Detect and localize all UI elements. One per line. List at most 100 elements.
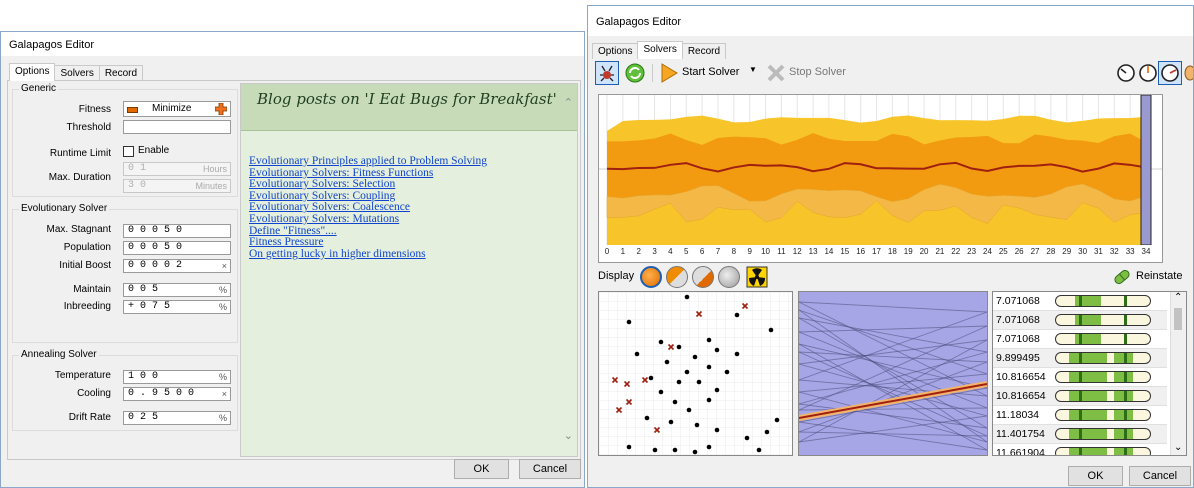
- genome-dot: [626, 444, 632, 450]
- generation-tick: 16: [856, 247, 866, 256]
- minus-icon[interactable]: [127, 107, 138, 113]
- annealing-solver-group: Annealing Solver Temperature 1 0 0 % Coo…: [12, 349, 238, 431]
- chevron-down-icon[interactable]: ▼: [749, 65, 757, 74]
- ok-button[interactable]: OK: [454, 459, 509, 479]
- max-stagnant-input[interactable]: 0 0 0 5 0: [123, 224, 231, 238]
- drift-rate-input[interactable]: 0 2 5 %: [123, 411, 231, 425]
- population-input[interactable]: 0 0 0 5 0: [123, 241, 231, 255]
- fitness-value: 7.071068: [996, 314, 1040, 326]
- initial-boost-input[interactable]: 0 0 0 0 2 ×: [123, 259, 231, 273]
- scroll-up-icon[interactable]: ⌃: [1174, 292, 1182, 303]
- genome-dot: [692, 354, 698, 360]
- max-stagnant-label: Max. Stagnant: [46, 224, 111, 235]
- generation-tick: 29: [1062, 247, 1072, 256]
- reset-button[interactable]: [624, 62, 646, 84]
- fitness-row[interactable]: 7.071068: [993, 330, 1167, 349]
- tab-options[interactable]: Options: [592, 43, 639, 59]
- genome-dot: [706, 397, 712, 403]
- radiation-button[interactable]: [746, 266, 768, 288]
- temperature-input[interactable]: 1 0 0 %: [123, 370, 231, 384]
- speed-slow-button[interactable]: [1116, 63, 1136, 83]
- speed-medium-button[interactable]: [1138, 63, 1158, 83]
- boost-unit: ×: [221, 261, 227, 271]
- genome-dot: [706, 444, 712, 450]
- stop-icon: [767, 64, 785, 82]
- minutes-input[interactable]: 3 0 Minutes: [123, 179, 231, 193]
- tab-solvers[interactable]: Solvers: [637, 41, 683, 59]
- tab-record[interactable]: Record: [98, 65, 144, 81]
- display-quarter-button[interactable]: [692, 266, 714, 288]
- fitness-row[interactable]: 11.18034: [993, 406, 1167, 425]
- reinstate-button[interactable]: Reinstate: [1112, 266, 1190, 288]
- enable-checkbox[interactable]: [123, 146, 134, 157]
- fitness-row[interactable]: 7.071068: [993, 311, 1167, 330]
- window-title: Galapagos Editor: [588, 6, 1193, 36]
- blog-link[interactable]: Fitness Pressure: [249, 237, 487, 249]
- genome-dot: [664, 359, 670, 365]
- genome-dot: [686, 407, 692, 413]
- scroll-down-icon[interactable]: ⌄: [564, 429, 573, 442]
- bug-select-button[interactable]: [595, 61, 619, 85]
- scroll-thumb[interactable]: [1174, 308, 1182, 330]
- fitness-graph[interactable]: 0 1 2 3 4 5 6 7 8 9 10 11 12 13 14 15 16 17 18 19 20 21 22 23 24…: [598, 94, 1163, 263]
- blog-panel: Blog posts on 'I Eat Bugs for Breakfast'…: [240, 83, 578, 457]
- generation-tick: 19: [903, 247, 913, 256]
- tab-solvers[interactable]: Solvers: [54, 65, 100, 81]
- plus-icon[interactable]: [214, 102, 228, 116]
- cancel-button[interactable]: Cancel: [1129, 466, 1191, 486]
- population-scatter-panel[interactable]: [598, 291, 793, 456]
- fitness-value: 7.071068: [996, 333, 1040, 345]
- generation-tick: 17: [872, 247, 881, 256]
- blog-links: Evolutionary Principles applied to Probl…: [249, 155, 487, 261]
- fitness-bands: [599, 95, 1162, 245]
- genome-pill: [1055, 447, 1151, 455]
- fitness-row[interactable]: 11.401754: [993, 425, 1167, 444]
- display-empty-button[interactable]: [718, 266, 740, 288]
- evolutionary-solver-group: Evolutionary Solver Max. Stagnant 0 0 0 …: [12, 203, 238, 343]
- hours-input[interactable]: 0 1 Hours: [123, 162, 231, 176]
- runtime-limit-label: Runtime Limit: [49, 148, 111, 159]
- fitness-row[interactable]: 7.071068: [993, 292, 1167, 311]
- threshold-input[interactable]: [123, 120, 231, 134]
- scroll-up-icon[interactable]: ⌃: [564, 96, 573, 109]
- fitness-value: 11.661904: [996, 447, 1045, 456]
- blog-link[interactable]: Evolutionary Solvers: Mutations: [249, 213, 487, 226]
- genome-pill: [1055, 295, 1151, 307]
- fitness-value: 11.401754: [996, 428, 1045, 440]
- tab-options[interactable]: Options: [9, 63, 56, 81]
- fitness-row[interactable]: 10.816654: [993, 368, 1167, 387]
- blog-link[interactable]: Evolutionary Principles applied to Probl…: [249, 155, 487, 168]
- genome-dot: [734, 351, 740, 357]
- blog-link[interactable]: On getting lucky in higher dimensions: [249, 248, 487, 261]
- scroll-down-icon[interactable]: ⌄: [1174, 442, 1182, 453]
- genome-pill: [1055, 390, 1151, 402]
- cooling-input[interactable]: 0 . 9 5 0 0 ×: [123, 387, 231, 401]
- maintain-value: 0 0 5: [128, 284, 159, 295]
- cancel-button[interactable]: Cancel: [519, 459, 581, 479]
- generation-tick: 10: [761, 247, 770, 256]
- reinstate-label: Reinstate: [1136, 270, 1183, 282]
- scrollbar[interactable]: ⌃ ⌄: [1170, 292, 1186, 455]
- genome-line: [799, 415, 987, 443]
- fitness-toggle[interactable]: Minimize: [123, 101, 231, 117]
- display-fill-button[interactable]: [640, 266, 662, 288]
- galapagos-options-window: Galapagos Editor Options Solvers Record …: [0, 31, 585, 488]
- fitness-row[interactable]: 9.899495: [993, 349, 1167, 368]
- tab-record[interactable]: Record: [681, 43, 727, 59]
- stop-solver-button[interactable]: Stop Solver: [766, 62, 856, 84]
- ok-button[interactable]: OK: [1068, 466, 1123, 486]
- display-half-button[interactable]: [666, 266, 688, 288]
- start-solver-button[interactable]: Start Solver ▼: [660, 62, 760, 84]
- maintain-input[interactable]: 0 0 5 %: [123, 283, 231, 297]
- fitness-row[interactable]: 10.816654: [993, 387, 1167, 406]
- fitness-row[interactable]: 11.661904: [993, 444, 1167, 456]
- genome-pill: [1055, 314, 1151, 326]
- egg-button[interactable]: [1184, 62, 1193, 82]
- genome-map-panel[interactable]: [798, 291, 988, 456]
- generation-tick: 21: [935, 247, 945, 256]
- options-panel: Generic Fitness Minimize Threshold Runti…: [7, 80, 581, 460]
- generation-tick: 23: [967, 247, 977, 256]
- speed-fast-button[interactable]: [1158, 61, 1182, 85]
- inbreeding-input[interactable]: + 0 7 5 %: [123, 300, 231, 314]
- genome-dot: [658, 389, 664, 395]
